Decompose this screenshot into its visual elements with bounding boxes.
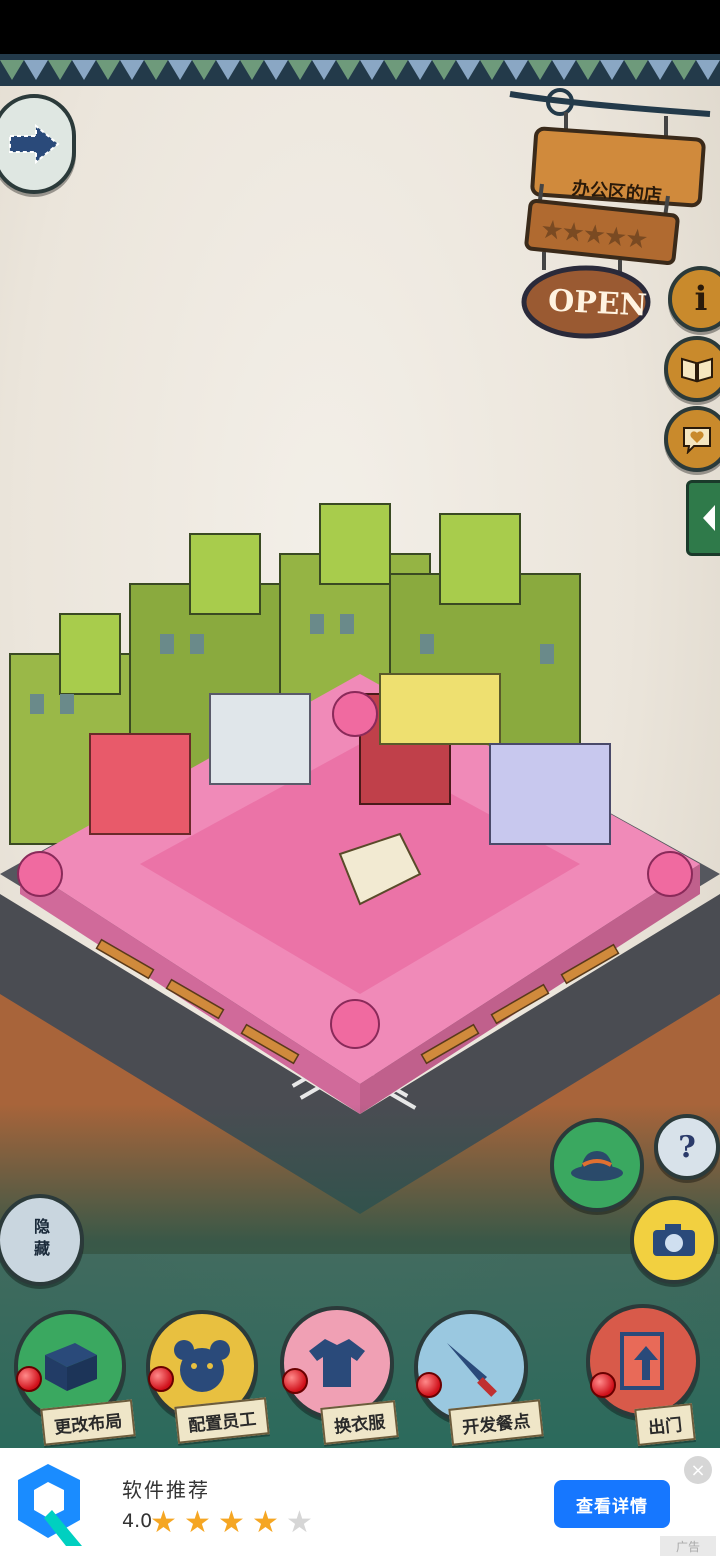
star-icon: ★ [150, 1505, 177, 1540]
arrow-right-icon [9, 123, 60, 165]
camera-icon [653, 1224, 695, 1256]
star-icon: ★ [184, 1505, 211, 1540]
star-icon: ★ [218, 1505, 245, 1540]
shirt-icon [309, 1339, 365, 1387]
help-button[interactable]: ? [654, 1114, 720, 1180]
shop-status: OPEN [547, 283, 648, 324]
info-icon: i [694, 279, 708, 319]
game-view[interactable]: 办公区的店 ★★★★★ OPEN i ? 隐藏 更改布局 配置员工 换衣服 开发… [0, 54, 720, 1448]
star-icon: ★ [252, 1505, 279, 1540]
heart-message-button[interactable] [664, 406, 720, 472]
go-out-pin [590, 1372, 616, 1398]
assign-staff-pin [148, 1366, 174, 1392]
status-bar [0, 0, 720, 54]
help-icon: ? [678, 1129, 696, 1165]
ad-close-button[interactable]: × [684, 1456, 712, 1484]
book-icon [681, 357, 713, 383]
hat-icon [571, 1151, 623, 1181]
change-clothes-label[interactable]: 换衣服 [320, 1400, 399, 1445]
ad-view-details-button[interactable]: 查看详情 [554, 1480, 670, 1528]
heart-chat-icon [683, 427, 711, 454]
star-icon: ★ [623, 223, 648, 256]
hide-ui-button[interactable]: 隐藏 [0, 1194, 84, 1286]
hat-button[interactable] [550, 1118, 644, 1212]
door-exit-icon [620, 1332, 664, 1390]
ad-rating-value: 4.0 [122, 1510, 153, 1532]
change-layout-pin [16, 1366, 42, 1392]
guide-book-button[interactable] [664, 336, 720, 402]
go-out-label[interactable]: 出门 [634, 1403, 696, 1446]
ad-tag: 广告 [660, 1536, 716, 1556]
bear-face-icon [174, 1340, 230, 1392]
hide-label: 隐藏 [31, 1218, 50, 1262]
ad-banner[interactable]: 软件推荐 4.0 ★ ★ ★ ★ ★ 查看详情 × 广告 [0, 1448, 720, 1560]
forward-arrow-button[interactable] [0, 94, 76, 194]
knife-icon [447, 1343, 497, 1397]
ad-title: 软件推荐 [122, 1478, 210, 1502]
star-icon: ★ [286, 1505, 313, 1540]
change-clothes-pin [282, 1368, 308, 1394]
develop-menu-pin [416, 1372, 442, 1398]
app-logo-icon [18, 1464, 82, 1546]
camera-button[interactable] [630, 1196, 718, 1284]
go-out-button[interactable] [586, 1304, 700, 1418]
table-icon [45, 1343, 97, 1391]
